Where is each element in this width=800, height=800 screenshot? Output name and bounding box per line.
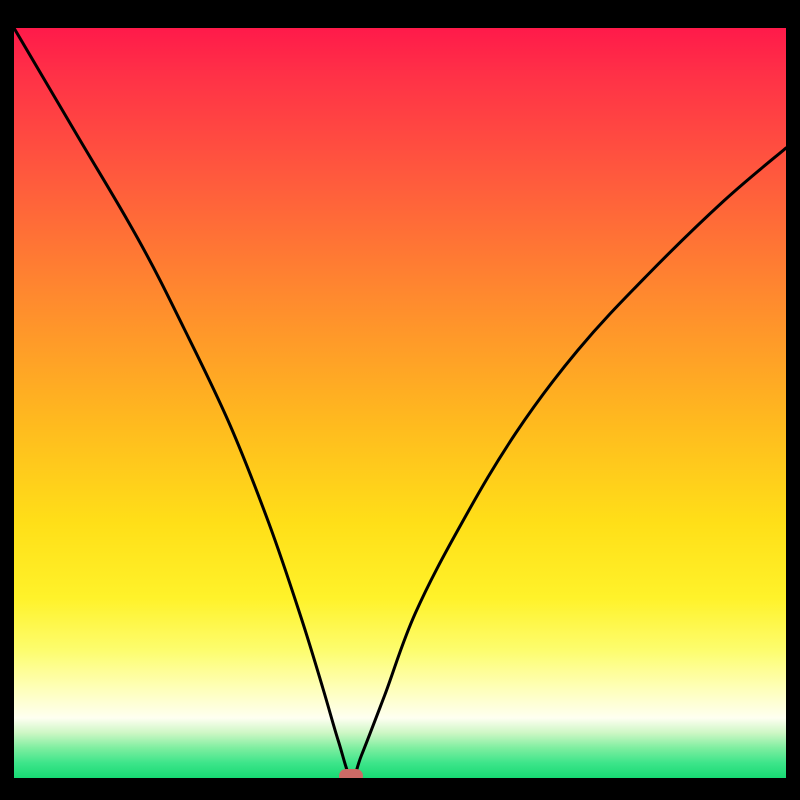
curve-path bbox=[14, 28, 786, 778]
plot-area bbox=[14, 28, 786, 778]
bottleneck-curve bbox=[14, 28, 786, 778]
minimum-marker bbox=[339, 769, 363, 778]
